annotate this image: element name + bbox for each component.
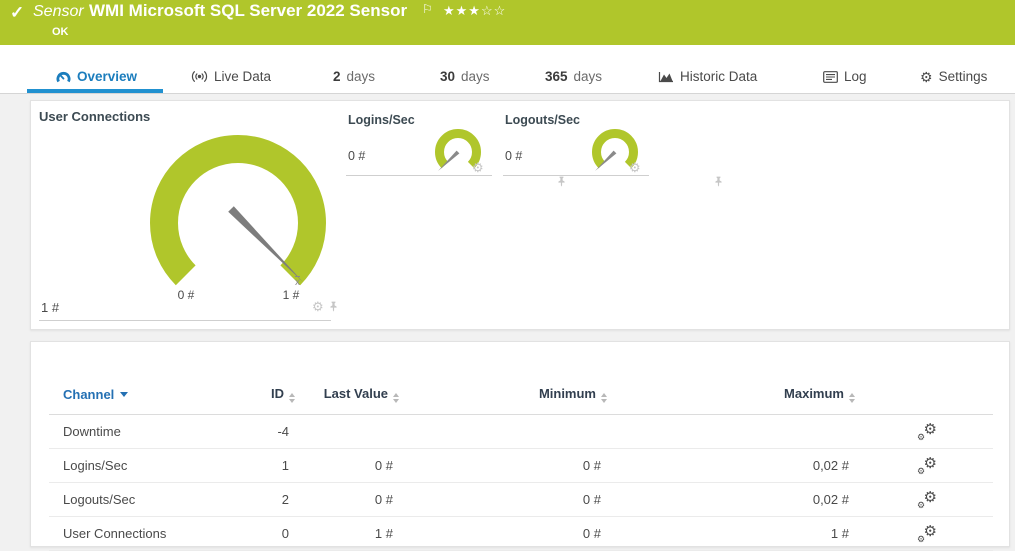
channel-table: Channel ID Last Value Minimum Maximum Do… bbox=[49, 378, 993, 551]
tab-label: days bbox=[347, 69, 376, 84]
channel-last-value bbox=[297, 415, 401, 449]
column-header-channel[interactable]: Channel bbox=[49, 378, 241, 415]
channel-minimum: 0 # bbox=[401, 517, 609, 551]
channel-last-value: 0 # bbox=[297, 449, 401, 483]
channel-last-value: 1 # bbox=[297, 517, 401, 551]
stars-empty: ☆☆ bbox=[481, 3, 506, 18]
table-row: Downtime -4 ⚙⚙ bbox=[49, 415, 993, 449]
gauges-panel: User Connections 0 # 1 # x 1 # ⚙ Logins/… bbox=[30, 100, 1010, 330]
channel-maximum bbox=[609, 415, 857, 449]
gauge-tools: ⚙ bbox=[629, 161, 646, 174]
channel-settings-gears-icon[interactable]: ⚙⚙ bbox=[917, 491, 937, 509]
tab-number: 2 bbox=[333, 69, 341, 84]
object-kind-label: Sensor bbox=[33, 3, 84, 21]
sensor-header-bar: ✓ Sensor WMI Microsoft SQL Server 2022 S… bbox=[0, 0, 1015, 45]
channel-name[interactable]: Downtime bbox=[49, 415, 241, 449]
channel-settings-gears-icon[interactable]: ⚙⚙ bbox=[917, 525, 937, 543]
tab-settings[interactable]: ⚙ Settings bbox=[920, 69, 987, 84]
channel-actions: ⚙⚙ bbox=[857, 449, 993, 483]
tab-30-days[interactable]: 30 days bbox=[440, 69, 490, 84]
column-header-last-value[interactable]: Last Value bbox=[297, 378, 401, 415]
tab-label: Log bbox=[844, 69, 867, 84]
gauge-block-logins: Logins/Sec 0 # ⚙ bbox=[346, 109, 492, 176]
channel-minimum bbox=[401, 415, 609, 449]
channel-maximum: 1 # bbox=[609, 517, 857, 551]
gauge-value: 0 # bbox=[505, 149, 522, 163]
channel-minimum: 0 # bbox=[401, 483, 609, 517]
channel-table-panel: Channel ID Last Value Minimum Maximum Do… bbox=[30, 341, 1010, 547]
channel-actions: ⚙⚙ bbox=[857, 517, 993, 551]
gauge-value: 0 # bbox=[348, 149, 365, 163]
channel-settings-gear-icon[interactable]: ⚙ bbox=[629, 161, 641, 174]
gauge-title: Logins/Sec bbox=[348, 113, 415, 127]
tab-bar: Overview Live Data 2 days 30 days 365 da… bbox=[0, 45, 1015, 94]
sort-icon bbox=[601, 393, 607, 403]
gauge-icon bbox=[56, 70, 71, 84]
column-header-id[interactable]: ID bbox=[241, 378, 297, 415]
tab-overview[interactable]: Overview bbox=[56, 69, 137, 84]
log-icon bbox=[823, 71, 838, 83]
channel-settings-gear-icon[interactable]: ⚙ bbox=[472, 161, 484, 174]
area-chart-icon bbox=[658, 71, 674, 83]
channel-id: -4 bbox=[241, 415, 297, 449]
column-header-minimum[interactable]: Minimum bbox=[401, 378, 609, 415]
sort-icon bbox=[289, 393, 295, 403]
status-badge: OK bbox=[52, 26, 69, 38]
sort-desc-icon bbox=[120, 392, 128, 397]
channel-id: 2 bbox=[241, 483, 297, 517]
channel-minimum: 0 # bbox=[401, 449, 609, 483]
tab-2-days[interactable]: 2 days bbox=[333, 69, 375, 84]
channel-id: 1 bbox=[241, 449, 297, 483]
flag-icon[interactable]: ⚐ bbox=[422, 2, 433, 16]
tab-label: Live Data bbox=[214, 69, 271, 84]
channel-table-body: Downtime -4 ⚙⚙ Logins/Sec 1 0 # 0 # 0,02… bbox=[49, 415, 993, 551]
broadcast-icon bbox=[191, 70, 208, 83]
tab-label: days bbox=[574, 69, 603, 84]
gauge-tools: ⚙ bbox=[472, 161, 489, 174]
tab-log[interactable]: Log bbox=[823, 69, 867, 84]
tab-label: Settings bbox=[939, 69, 988, 84]
channel-actions: ⚙⚙ bbox=[857, 415, 993, 449]
status-ok-check-icon: ✓ bbox=[10, 3, 24, 23]
column-header-maximum[interactable]: Maximum bbox=[609, 378, 857, 415]
tab-label: Overview bbox=[77, 69, 137, 84]
channel-maximum: 0,02 # bbox=[609, 449, 857, 483]
active-tab-underline bbox=[27, 89, 163, 93]
tab-label: Historic Data bbox=[680, 69, 757, 84]
stars-filled: ★★★ bbox=[443, 3, 481, 18]
channel-settings-gears-icon[interactable]: ⚙⚙ bbox=[917, 423, 937, 441]
sensor-title: WMI Microsoft SQL Server 2022 Sensor bbox=[89, 1, 407, 21]
gear-icon: ⚙ bbox=[920, 70, 933, 84]
primary-block-divider bbox=[39, 101, 331, 321]
channel-actions: ⚙⚙ bbox=[857, 483, 993, 517]
sort-icon bbox=[849, 393, 855, 403]
table-row: Logouts/Sec 2 0 # 0 # 0,02 # ⚙⚙ bbox=[49, 483, 993, 517]
tab-historic-data[interactable]: Historic Data bbox=[658, 69, 757, 84]
tab-label: days bbox=[461, 69, 490, 84]
table-row: Logins/Sec 1 0 # 0 # 0,02 # ⚙⚙ bbox=[49, 449, 993, 483]
channel-name[interactable]: Logins/Sec bbox=[49, 449, 241, 483]
tab-number: 365 bbox=[545, 69, 568, 84]
channel-id: 0 bbox=[241, 517, 297, 551]
channel-name[interactable]: User Connections bbox=[49, 517, 241, 551]
tab-number: 30 bbox=[440, 69, 455, 84]
sort-icon bbox=[393, 393, 399, 403]
table-row: User Connections 0 1 # 0 # 1 # ⚙⚙ bbox=[49, 517, 993, 551]
tab-live-data[interactable]: Live Data bbox=[191, 69, 271, 84]
gauge-title: Logouts/Sec bbox=[505, 113, 580, 127]
channel-settings-gears-icon[interactable]: ⚙⚙ bbox=[917, 457, 937, 475]
tab-365-days[interactable]: 365 days bbox=[545, 69, 602, 84]
channel-name[interactable]: Logouts/Sec bbox=[49, 483, 241, 517]
gauge-block-logouts: Logouts/Sec 0 # ⚙ bbox=[503, 109, 649, 176]
priority-stars[interactable]: ★★★☆☆ bbox=[443, 3, 506, 19]
column-header-actions bbox=[857, 378, 993, 415]
channel-maximum: 0,02 # bbox=[609, 483, 857, 517]
channel-last-value: 0 # bbox=[297, 483, 401, 517]
table-header-row: Channel ID Last Value Minimum Maximum bbox=[49, 378, 993, 415]
